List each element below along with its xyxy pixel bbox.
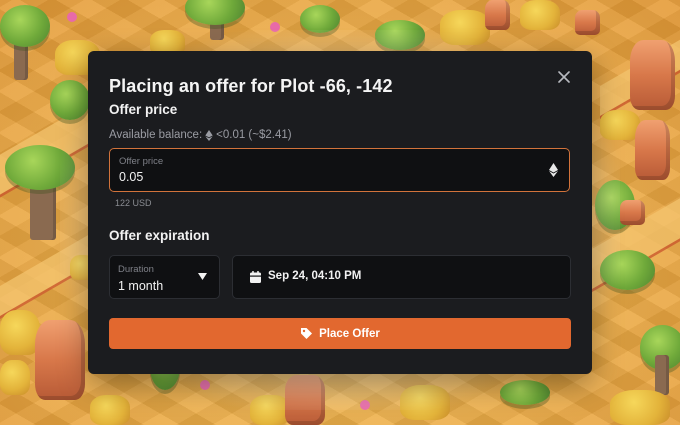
calendar-icon bbox=[250, 271, 261, 283]
offer-price-field-label: Offer price bbox=[119, 156, 164, 167]
balance-label: Available balance: bbox=[109, 129, 203, 141]
offer-expiration-heading: Offer expiration bbox=[109, 228, 210, 243]
duration-select[interactable]: Duration 1 month bbox=[109, 255, 220, 299]
offer-price-field[interactable]: Offer price bbox=[109, 148, 570, 192]
offer-price-heading: Offer price bbox=[109, 102, 178, 117]
close-icon bbox=[558, 71, 570, 83]
duration-value: 1 month bbox=[118, 279, 164, 293]
available-balance: Available balance: <0.01 (~$2.41) bbox=[109, 129, 292, 141]
offer-price-input[interactable] bbox=[119, 169, 519, 185]
close-button[interactable] bbox=[554, 67, 574, 87]
expiration-date-value: Sep 24, 04:10 PM bbox=[268, 270, 362, 282]
duration-label: Duration bbox=[118, 264, 154, 275]
tag-icon bbox=[301, 328, 313, 339]
modal-title: Placing an offer for Plot -66, -142 bbox=[109, 76, 393, 96]
place-offer-label: Place Offer bbox=[319, 327, 380, 340]
place-offer-button[interactable]: Place Offer bbox=[109, 318, 571, 349]
expiration-date-picker[interactable]: Sep 24, 04:10 PM bbox=[232, 255, 571, 299]
ethereum-icon bbox=[205, 129, 213, 141]
offer-modal: Placing an offer for Plot -66, -142 Offe… bbox=[88, 51, 592, 374]
ethereum-icon bbox=[549, 163, 558, 177]
balance-value: <0.01 (~$2.41) bbox=[216, 129, 292, 141]
usd-equivalent: 122 USD bbox=[115, 198, 152, 208]
caret-down-icon bbox=[198, 273, 207, 280]
